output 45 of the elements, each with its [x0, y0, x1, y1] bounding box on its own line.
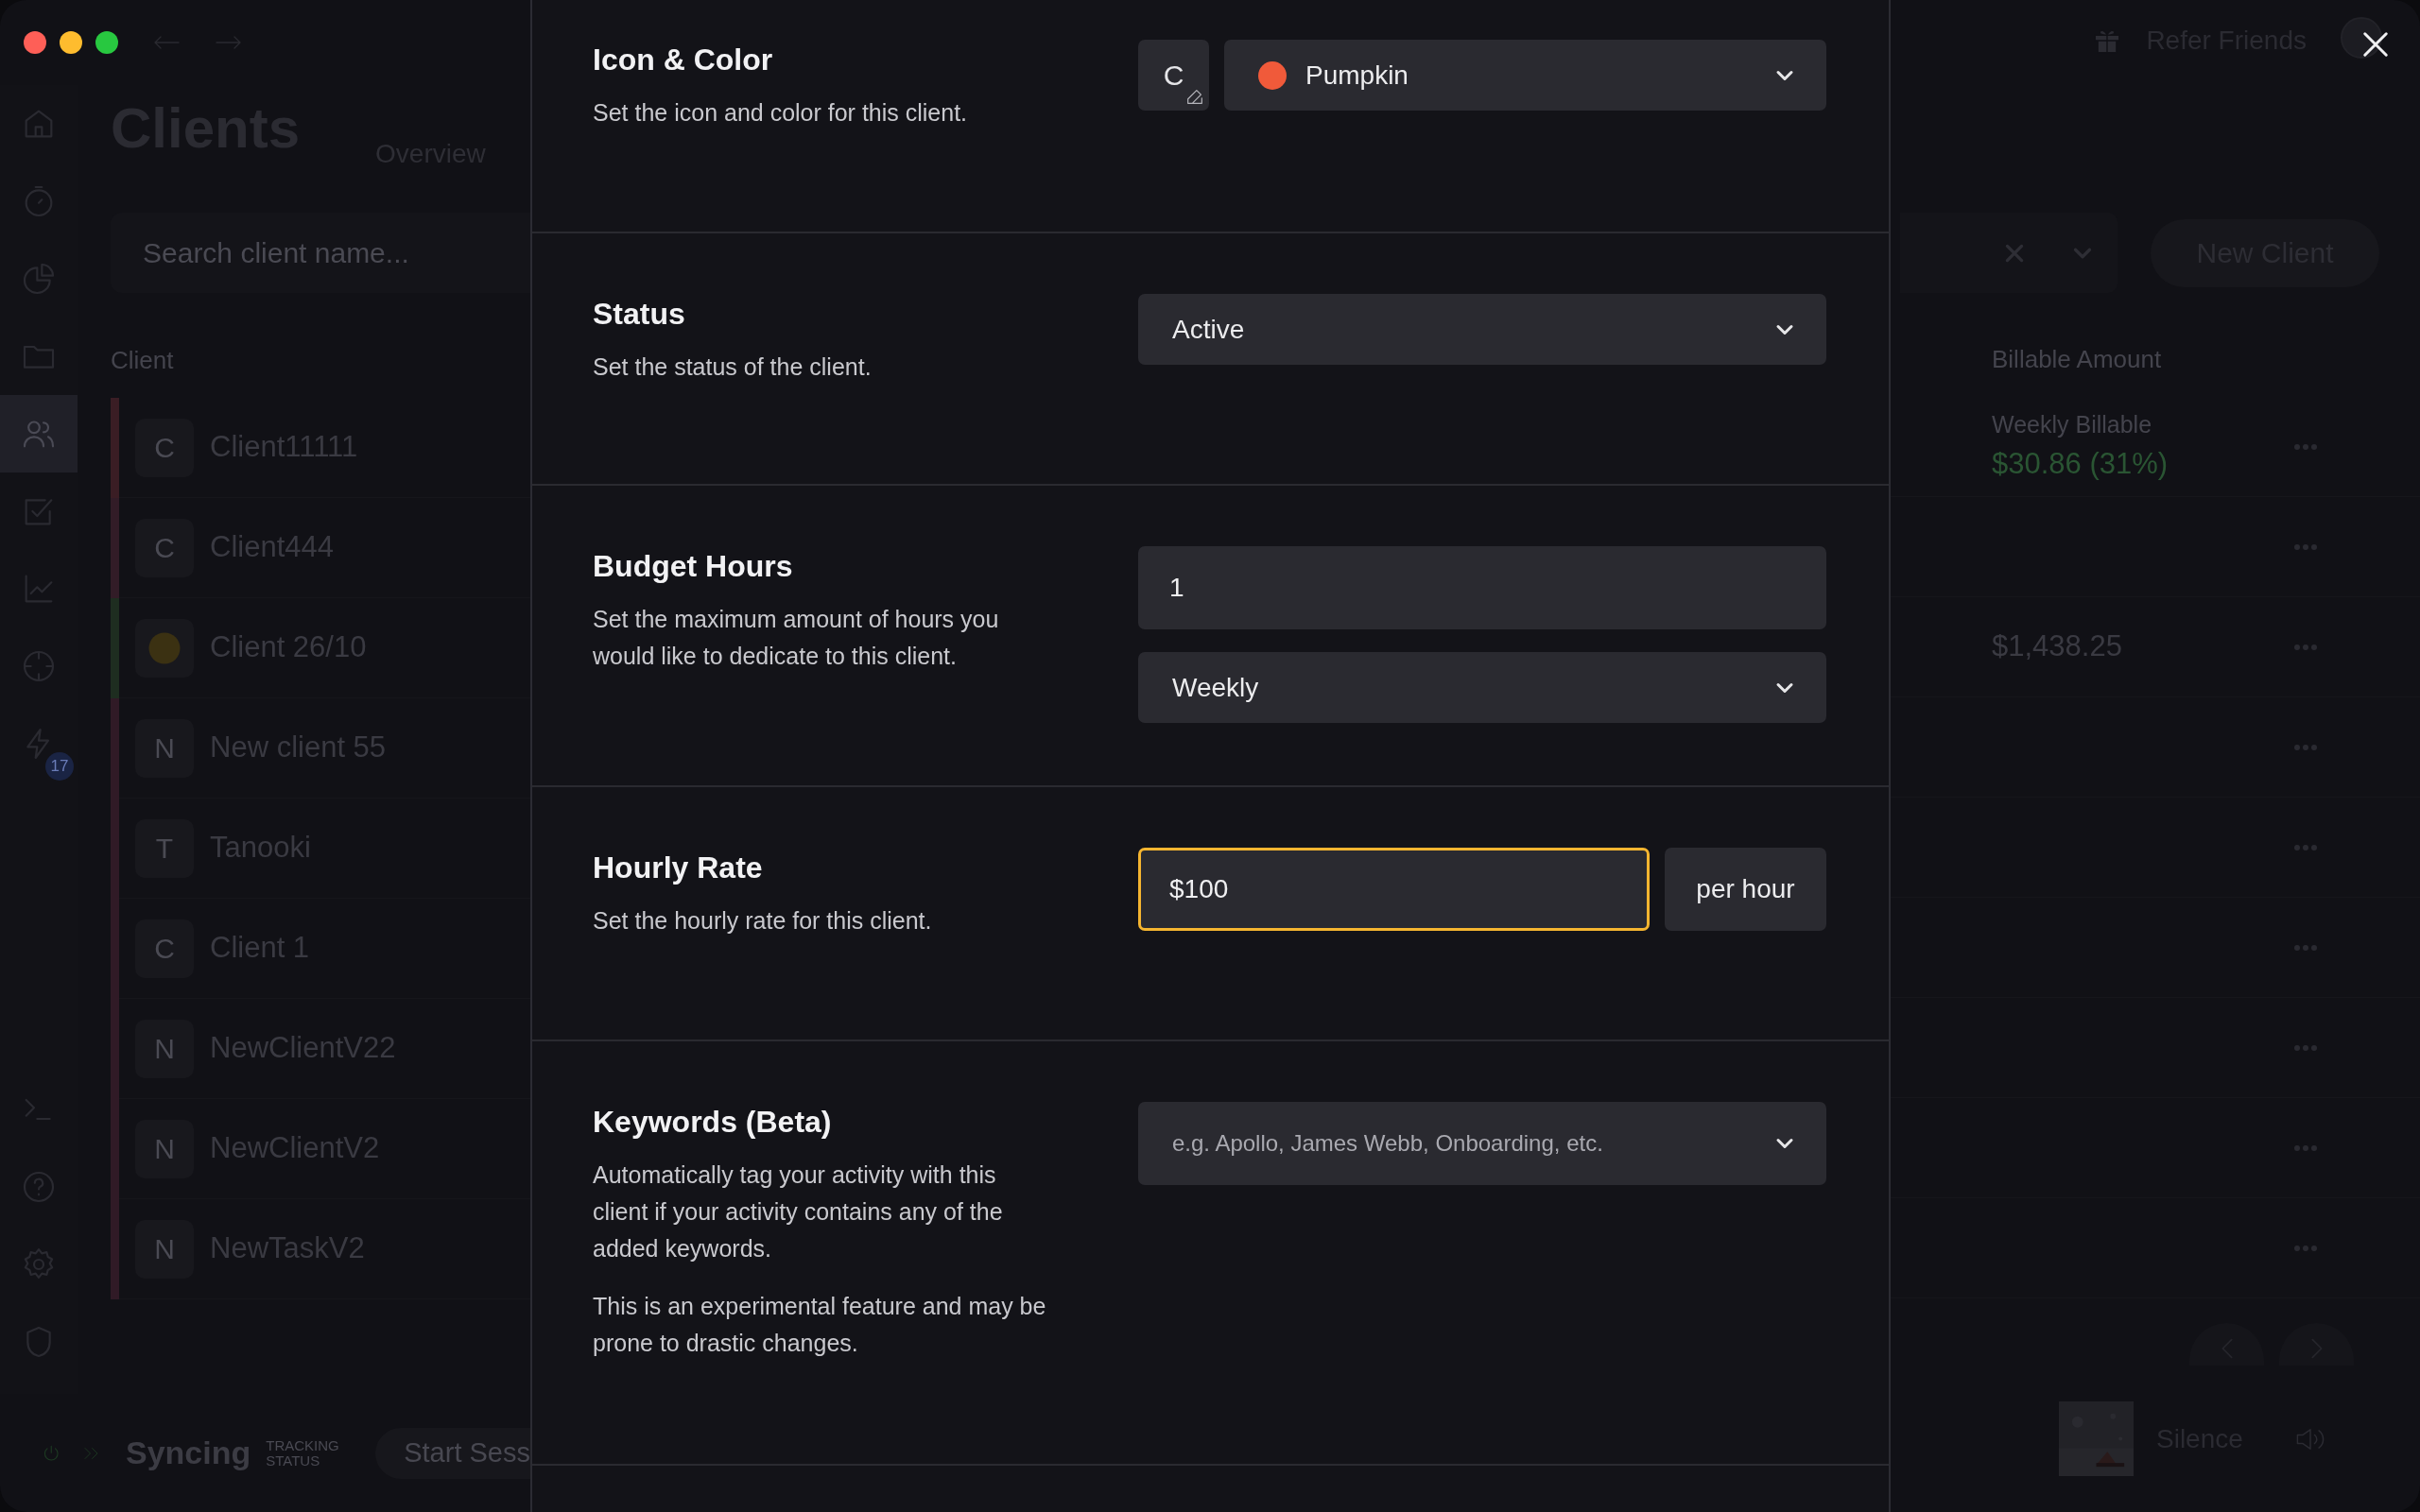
more-icon [2293, 843, 2318, 851]
input-field[interactable]: $100 [1138, 848, 1650, 931]
section-description: Set the maximum amount of hours you would like to dedicate to this client. [593, 605, 1000, 672]
dropdown-value: Weekly [1172, 671, 1259, 704]
emoji-icon [147, 630, 182, 665]
section-title: Icon & Color [593, 42, 774, 78]
status-caption: TRACKING STATUS [266, 1437, 338, 1469]
section-description: Set the status of the client. [593, 352, 873, 383]
dropdown[interactable]: Active [1138, 294, 1826, 365]
more-icon [2293, 943, 2318, 952]
close-window-button[interactable] [24, 31, 46, 54]
section-description: This is an experimental feature and may be prone to drastic changes. [593, 1292, 1047, 1359]
section-description: Set the icon and color for this client. [593, 98, 969, 129]
zoom-window-button[interactable] [95, 31, 118, 54]
more-icon [2293, 542, 2318, 551]
minimize-window-button[interactable] [60, 31, 82, 54]
more-icon [2293, 743, 2318, 751]
dropdown-value: Pumpkin [1305, 59, 1409, 92]
count-badge: 17 [45, 752, 74, 781]
close-icon [2361, 30, 2390, 59]
section-title: Budget Hours [593, 548, 794, 585]
section-description: Set the hourly rate for this client. [593, 906, 933, 936]
icon-picker-button[interactable]: C [1138, 40, 1209, 111]
unit-label: per hour [1665, 848, 1826, 931]
dropdown-placeholder: e.g. Apollo, James Webb, Onboarding, etc. [1172, 1129, 1603, 1158]
forward-arrow-icon [215, 35, 243, 50]
section-title: Hourly Rate [593, 850, 764, 886]
sidebar-item[interactable]: 17 [0, 705, 78, 782]
input-field[interactable]: 1 [1138, 546, 1826, 629]
section-title: Status [593, 296, 686, 333]
dropdown[interactable]: e.g. Apollo, James Webb, Onboarding, etc. [1138, 1102, 1826, 1185]
more-icon [2293, 1143, 2318, 1152]
more-icon [2293, 643, 2318, 651]
more-icon [2293, 442, 2318, 451]
dropdown-value: Active [1172, 313, 1245, 346]
section-description: Automatically tag your activity with this client if your activity contains any of the added keywords. [593, 1160, 1004, 1264]
section-title: Keywords (Beta) [593, 1104, 833, 1141]
dropdown[interactable]: Pumpkin [1224, 40, 1826, 111]
more-icon [2293, 1043, 2318, 1052]
sidebar-item[interactable] [0, 395, 78, 472]
back-arrow-icon [152, 35, 181, 50]
dropdown[interactable]: Weekly [1138, 652, 1826, 723]
more-icon [2293, 1244, 2318, 1252]
user-avatar[interactable] [2341, 17, 2382, 59]
billable-amount: $30.86 (31%) [1992, 446, 2169, 482]
